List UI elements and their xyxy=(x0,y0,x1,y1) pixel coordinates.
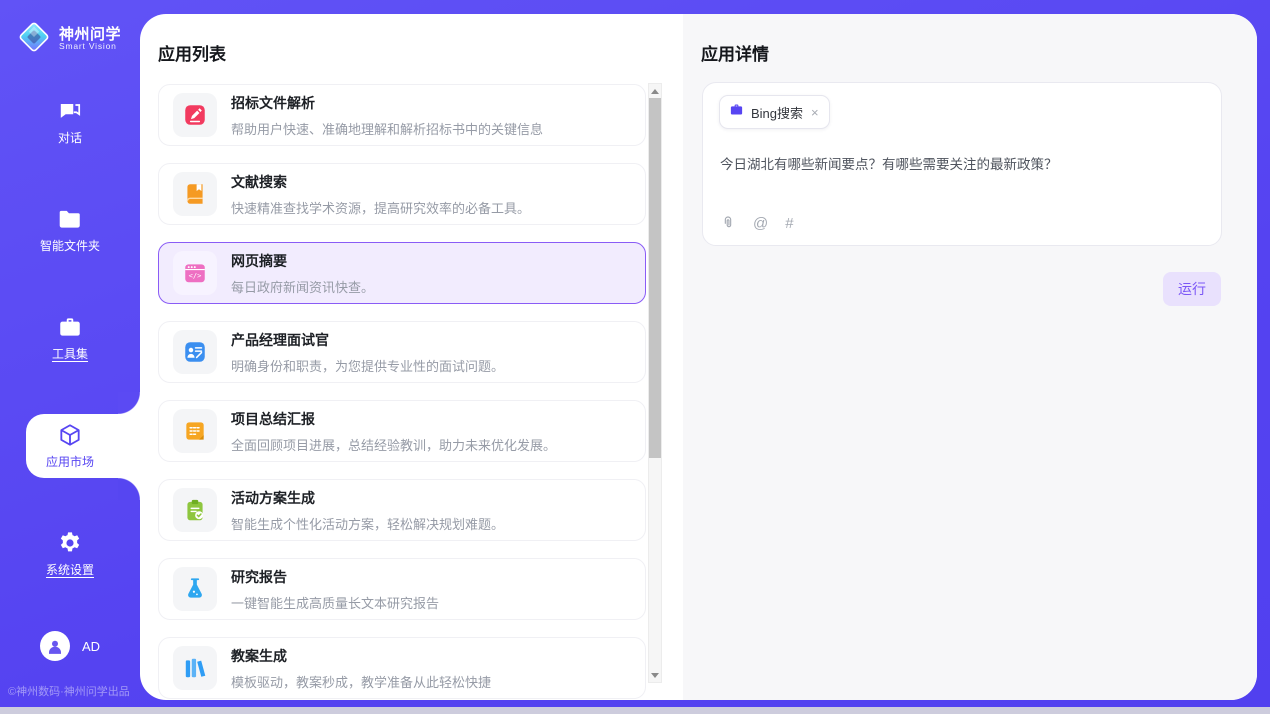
arrow-up-icon xyxy=(651,89,659,94)
main-panel: 应用列表 招标文件解析 帮助用户快速、准确地理解和解析招标书中的关键信息 文献搜… xyxy=(140,14,1257,700)
sidebar-item-4[interactable]: 应用市场 xyxy=(0,414,140,478)
app-list-panel: 应用列表 招标文件解析 帮助用户快速、准确地理解和解析招标书中的关键信息 文献搜… xyxy=(140,14,683,700)
sidebar-nav: 对话 智能文件夹 工具集 应用市场 系统 xyxy=(0,90,140,630)
mention-icon[interactable]: @ xyxy=(753,216,768,231)
app-card-2[interactable]: 文献搜索 快速精准查找学术资源，提高研究效率的必备工具。 xyxy=(158,163,646,225)
brand: 神州问学 Smart Vision xyxy=(0,0,140,62)
gear-icon xyxy=(57,530,83,556)
user-avatar-icon xyxy=(40,631,70,661)
project-report-icon xyxy=(173,409,217,453)
app-card-description: 全面回顾项目进展，总结经验教训，助力未来优化发展。 xyxy=(231,435,556,454)
app-card-7[interactable]: 研究报告 一键智能生成高质量长文本研究报告 xyxy=(158,558,646,620)
list-scrollbar[interactable] xyxy=(648,83,662,683)
app-card-description: 帮助用户快速、准确地理解和解析招标书中的关键信息 xyxy=(231,119,543,138)
chat-icon xyxy=(57,98,83,124)
attachment-icon[interactable] xyxy=(720,215,736,231)
tag-close-icon[interactable]: × xyxy=(810,106,820,119)
arrow-down-icon xyxy=(651,673,659,678)
app-card-title: 产品经理面试官 xyxy=(231,330,504,350)
question-input[interactable]: 今日湖北有哪些新闻要点？有哪些需要关注的最新政策？ xyxy=(720,153,1205,173)
sidebar-item-2[interactable]: 智能文件夹 xyxy=(0,198,140,262)
app-card-1[interactable]: 招标文件解析 帮助用户快速、准确地理解和解析招标书中的关键信息 xyxy=(158,84,646,146)
app-card-title: 活动方案生成 xyxy=(231,488,504,508)
webpage-summary-icon: </> xyxy=(173,251,217,295)
briefcase-icon xyxy=(729,102,744,122)
app-list: 招标文件解析 帮助用户快速、准确地理解和解析招标书中的关键信息 文献搜索 快速精… xyxy=(158,84,646,700)
copyright-text: ©神州数码·神州问学出品 xyxy=(0,683,140,699)
app-card-description: 智能生成个性化活动方案，轻松解决规划难题。 xyxy=(231,514,504,533)
app-card-description: 每日政府新闻资讯快查。 xyxy=(231,277,374,296)
cube-icon xyxy=(57,422,83,448)
sidebar-item-1[interactable]: 对话 xyxy=(0,90,140,154)
research-flask-icon xyxy=(173,567,217,611)
app-card-8[interactable]: 教案生成 模板驱动，教案秒成，教学准备从此轻松快捷 xyxy=(158,637,646,699)
prompt-card: Bing搜索 × 今日湖北有哪些新闻要点？有哪些需要关注的最新政策？ @ # xyxy=(702,82,1222,246)
scrollbar-thumb[interactable] xyxy=(649,98,661,458)
app-card-description: 一键智能生成高质量长文本研究报告 xyxy=(231,593,439,612)
app-card-5[interactable]: 项目总结汇报 全面回顾项目进展，总结经验教训，助力未来优化发展。 xyxy=(158,400,646,462)
tool-tag-bing: Bing搜索 × xyxy=(719,95,830,129)
app-card-description: 明确身份和职责，为您提供专业性的面试问题。 xyxy=(231,356,504,375)
bid-document-icon xyxy=(173,93,217,137)
app-card-title: 教案生成 xyxy=(231,646,491,666)
user-name: AD xyxy=(82,639,100,654)
toolbox-icon xyxy=(57,314,83,340)
page-bottom-strip xyxy=(0,707,1270,714)
app-card-description: 模板驱动，教案秒成，教学准备从此轻松快捷 xyxy=(231,672,491,691)
app-card-title: 研究报告 xyxy=(231,567,439,587)
diamond-logo-icon xyxy=(16,19,52,60)
run-button[interactable]: 运行 xyxy=(1163,272,1221,306)
user-account[interactable]: AD xyxy=(0,631,140,661)
folder-icon xyxy=(57,206,83,232)
activity-plan-icon xyxy=(173,488,217,532)
app-card-title: 招标文件解析 xyxy=(231,93,543,113)
app-card-title: 网页摘要 xyxy=(231,251,374,271)
app-screen: 神州问学 Smart Vision 对话 智能文件夹 工具集 xyxy=(0,0,1270,707)
app-card-title: 文献搜索 xyxy=(231,172,530,192)
tool-tag-label: Bing搜索 xyxy=(751,103,803,122)
literature-book-icon xyxy=(173,172,217,216)
interviewer-icon xyxy=(173,330,217,374)
app-card-description: 快速精准查找学术资源，提高研究效率的必备工具。 xyxy=(231,198,530,217)
scroll-up-button[interactable] xyxy=(649,84,661,98)
app-detail-panel: 应用详情 Bing搜索 × 今日湖北有哪些新闻要点？有哪些需要关注的最新政策？ xyxy=(683,14,1257,700)
input-toolbar: @ # xyxy=(720,215,794,231)
sidebar: 神州问学 Smart Vision 对话 智能文件夹 工具集 xyxy=(0,0,140,707)
brand-subtitle: Smart Vision xyxy=(59,42,121,51)
app-card-3[interactable]: </> 网页摘要 每日政府新闻资讯快查。 xyxy=(158,242,646,304)
app-card-4[interactable]: 产品经理面试官 明确身份和职责，为您提供专业性的面试问题。 xyxy=(158,321,646,383)
app-detail-title: 应用详情 xyxy=(683,14,1257,65)
app-card-6[interactable]: 活动方案生成 智能生成个性化活动方案，轻松解决规划难题。 xyxy=(158,479,646,541)
brand-name: 神州问学 xyxy=(59,27,121,43)
app-card-title: 项目总结汇报 xyxy=(231,409,556,429)
app-list-title: 应用列表 xyxy=(140,14,683,65)
sidebar-item-3[interactable]: 工具集 xyxy=(0,306,140,370)
scroll-down-button[interactable] xyxy=(649,668,661,682)
svg-text:</>: </> xyxy=(189,271,202,280)
sidebar-item-5[interactable]: 系统设置 xyxy=(0,522,140,586)
lesson-books-icon xyxy=(173,646,217,690)
hash-icon[interactable]: # xyxy=(785,216,793,231)
